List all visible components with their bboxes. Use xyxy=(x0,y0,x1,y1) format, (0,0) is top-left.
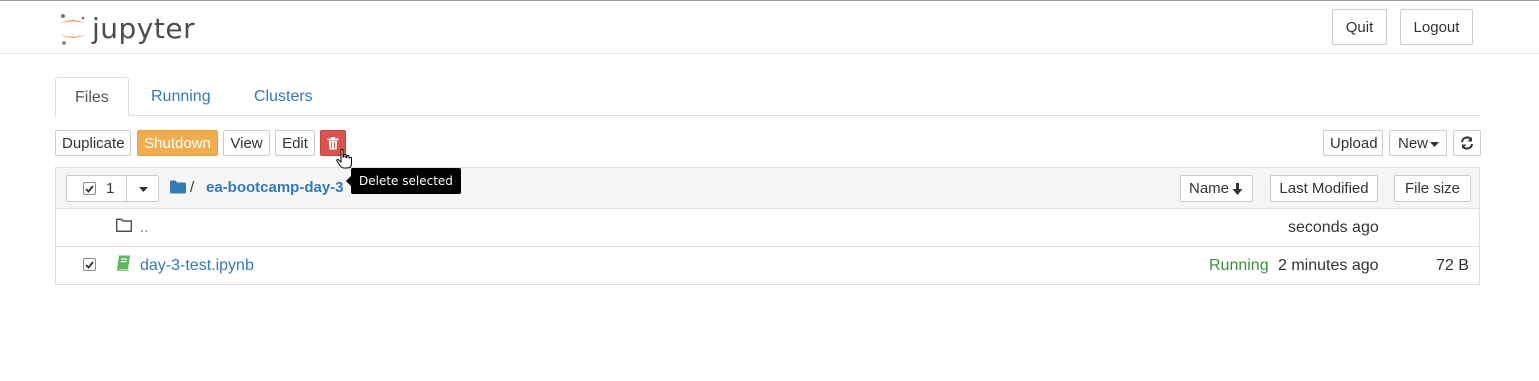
file-list: 1 / ea-bootcamp-day-3 Name Last Modified… xyxy=(55,167,1480,285)
refresh-button[interactable] xyxy=(1453,130,1481,156)
caret-down-icon[interactable] xyxy=(139,187,148,192)
selected-count: 1 xyxy=(106,180,115,197)
folder-open-icon xyxy=(116,218,132,232)
item-checkbox[interactable] xyxy=(83,258,96,271)
arrow-down-icon xyxy=(1232,183,1243,195)
edit-button[interactable]: Edit xyxy=(275,130,315,156)
running-status: Running xyxy=(1209,257,1269,274)
header-bar: jupyter Quit Logout xyxy=(0,1,1539,54)
jupyter-logo[interactable]: jupyter xyxy=(58,9,195,47)
tab-files[interactable]: Files xyxy=(55,77,129,116)
notebook-link[interactable]: day-3-test.ipynb xyxy=(140,257,254,275)
tab-running[interactable]: Running xyxy=(132,77,230,115)
select-all-checkbox[interactable] xyxy=(83,182,96,195)
upload-button[interactable]: Upload xyxy=(1323,130,1383,156)
folder-icon[interactable] xyxy=(170,180,186,194)
sort-last-modified-button[interactable]: Last Modified xyxy=(1270,175,1378,202)
divider xyxy=(126,175,127,202)
duplicate-button[interactable]: Duplicate xyxy=(55,130,131,156)
quit-button[interactable]: Quit xyxy=(1332,9,1387,45)
tab-bar: Files Running Clusters xyxy=(55,77,1480,116)
jupyter-logo-icon xyxy=(61,14,85,45)
trash-icon xyxy=(327,136,339,149)
breadcrumb-folder-link[interactable]: ea-bootcamp-day-3 xyxy=(206,179,351,196)
select-all-group[interactable]: 1 xyxy=(66,175,159,202)
file-list-header: 1 / ea-bootcamp-day-3 Name Last Modified… xyxy=(56,168,1479,209)
caret-down-icon xyxy=(1430,142,1439,147)
list-item[interactable]: day-3-test.ipynb Running 2 minutes ago 7… xyxy=(56,247,1479,285)
new-label: New xyxy=(1398,134,1429,152)
delete-tooltip: Delete selected xyxy=(346,168,461,194)
last-modified-text: seconds ago xyxy=(1288,219,1379,236)
sort-name-label: Name xyxy=(1189,180,1230,197)
sort-file-size-button[interactable]: File size xyxy=(1394,175,1471,202)
refresh-icon xyxy=(1461,136,1473,150)
logo-text: jupyter xyxy=(92,11,196,45)
tab-clusters[interactable]: Clusters xyxy=(235,77,332,115)
new-dropdown-button[interactable]: New xyxy=(1389,130,1447,156)
view-button[interactable]: View xyxy=(223,130,270,156)
logout-button[interactable]: Logout xyxy=(1400,9,1473,45)
hand-cursor-icon xyxy=(336,149,352,169)
sort-name-button[interactable]: Name xyxy=(1180,175,1253,202)
file-size-text: 72 B xyxy=(1436,257,1469,274)
shutdown-button[interactable]: Shutdown xyxy=(137,130,218,156)
checkmark-icon xyxy=(85,184,94,193)
notebook-icon xyxy=(116,255,130,271)
parent-directory-link[interactable]: .. xyxy=(140,219,148,236)
checkmark-icon xyxy=(85,260,94,269)
last-modified-text: 2 minutes ago xyxy=(1278,257,1379,274)
list-item[interactable]: .. seconds ago xyxy=(56,208,1479,247)
breadcrumb-separator: / xyxy=(190,179,195,196)
